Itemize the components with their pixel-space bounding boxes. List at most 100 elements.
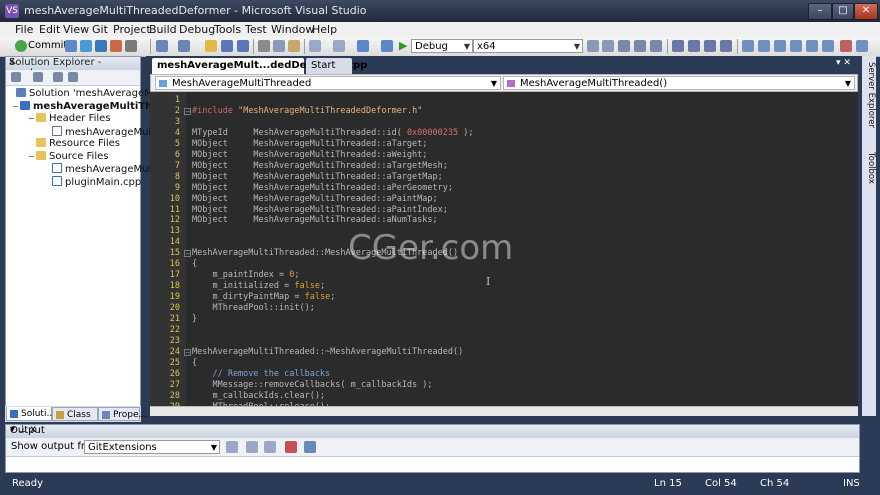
menu-git[interactable]: Git bbox=[92, 23, 108, 36]
tree-item[interactable]: − Source Files bbox=[28, 150, 108, 163]
menu-window[interactable]: Window bbox=[271, 23, 314, 36]
close-button[interactable]: ✕ bbox=[854, 3, 878, 20]
find-message-icon[interactable] bbox=[226, 441, 238, 453]
object-browser-icon[interactable] bbox=[634, 40, 646, 52]
add-item-icon[interactable] bbox=[178, 40, 190, 52]
tab-class-view[interactable]: Class ... bbox=[52, 407, 98, 434]
tools-icon[interactable] bbox=[125, 40, 137, 52]
code-line: MObject MeshAverageMultiThreaded::aTarge… bbox=[192, 171, 443, 182]
solution-configuration-select[interactable]: Debug ▼ bbox=[411, 39, 473, 53]
server-explorer-tab[interactable]: Server Explorer bbox=[862, 62, 876, 128]
solution-explorer-icon[interactable] bbox=[602, 40, 614, 52]
new-project-icon[interactable] bbox=[156, 40, 168, 52]
output-source-value: GitExtensions bbox=[88, 442, 157, 453]
code-line: m_paintIndex = 0; bbox=[192, 270, 300, 281]
class-selector[interactable]: MeshAverageMultiThreaded ▼ bbox=[155, 76, 501, 90]
bookmark-window-icon[interactable] bbox=[822, 40, 834, 52]
prev-message-icon[interactable] bbox=[246, 441, 258, 453]
menu-help[interactable]: Help bbox=[312, 23, 337, 36]
expander-icon[interactable]: − bbox=[28, 151, 36, 163]
toolbar-separator bbox=[304, 39, 305, 54]
tab-controls[interactable]: ▾ ✕ bbox=[836, 58, 862, 72]
expander-icon[interactable]: − bbox=[12, 101, 20, 113]
git-settings-icon[interactable] bbox=[110, 40, 122, 52]
save-all-icon[interactable] bbox=[237, 40, 249, 52]
copy-icon[interactable] bbox=[273, 40, 285, 52]
collapse-icon[interactable]: − bbox=[184, 107, 191, 115]
expander-icon[interactable]: − bbox=[28, 113, 36, 125]
menu-debug[interactable]: Debug bbox=[179, 23, 215, 36]
start-debugging-icon[interactable]: ▶ bbox=[399, 39, 407, 52]
tab-cpp-file[interactable]: meshAverageMult...dedDeformer.cpp bbox=[152, 58, 367, 74]
save-icon[interactable] bbox=[221, 40, 233, 52]
properties-icon[interactable] bbox=[11, 72, 21, 82]
comment-icon[interactable] bbox=[704, 40, 716, 52]
indent-icon[interactable] bbox=[672, 40, 684, 52]
properties-icon[interactable] bbox=[618, 40, 630, 52]
menu-edit[interactable]: Edit bbox=[39, 23, 60, 36]
menu-build[interactable]: Build bbox=[149, 23, 177, 36]
platform-value: x64 bbox=[477, 41, 496, 52]
chevron-down-icon: ▼ bbox=[463, 42, 470, 51]
left-panel-tabs: Soluti... Class ... Prope... bbox=[5, 406, 147, 434]
fetch-icon[interactable] bbox=[95, 40, 107, 52]
commit-button[interactable]: Commit bbox=[28, 40, 67, 51]
uncomment-icon[interactable] bbox=[720, 40, 732, 52]
toolbar-options-icon[interactable] bbox=[856, 40, 868, 52]
menu-file[interactable]: File bbox=[15, 23, 33, 36]
horizontal-scrollbar[interactable] bbox=[150, 406, 858, 416]
next-bookmark-icon[interactable] bbox=[774, 40, 786, 52]
tree-item[interactable]: Resource Files bbox=[28, 138, 120, 150]
clear-bookmarks-icon[interactable] bbox=[790, 40, 802, 52]
output-source-select[interactable]: GitExtensions ▼ bbox=[84, 440, 220, 454]
find-icon[interactable] bbox=[587, 40, 599, 52]
collapse-icon[interactable]: − bbox=[184, 348, 191, 356]
outdent-icon[interactable] bbox=[688, 40, 700, 52]
status-insert-mode: INS bbox=[843, 478, 860, 489]
commit-icon[interactable] bbox=[15, 40, 27, 52]
redo-icon[interactable] bbox=[333, 40, 345, 52]
bookmark-icon[interactable] bbox=[742, 40, 754, 52]
menu-tools[interactable]: Tools bbox=[214, 23, 241, 36]
tab-property-manager[interactable]: Prope... bbox=[98, 407, 147, 421]
code-line: MThreadPool::init(); bbox=[192, 303, 315, 314]
toolbox-tab[interactable]: Toolbox bbox=[862, 152, 876, 184]
menu-project[interactable]: Project bbox=[113, 23, 151, 36]
bookmark-folder-icon[interactable] bbox=[806, 40, 818, 52]
next-message-icon[interactable] bbox=[264, 441, 276, 453]
stop-icon[interactable] bbox=[840, 40, 852, 52]
output-panel-controls[interactable]: ▾ ⊥ x bbox=[10, 424, 855, 435]
solution-platform-select[interactable]: x64 ▼ bbox=[473, 39, 583, 53]
visual-studio-icon: VS bbox=[5, 4, 19, 18]
cut-icon[interactable] bbox=[258, 40, 270, 52]
menu-view[interactable]: View bbox=[63, 23, 89, 36]
paste-icon[interactable] bbox=[288, 40, 300, 52]
close-icon[interactable]: x bbox=[9, 56, 137, 67]
collapse-icon[interactable]: − bbox=[184, 250, 191, 258]
code-line: m_initialized = false; bbox=[192, 281, 326, 292]
line-number: 25 bbox=[169, 357, 180, 368]
show-all-files-icon[interactable] bbox=[33, 72, 43, 82]
word-wrap-icon[interactable] bbox=[304, 441, 316, 453]
toolbox-icon[interactable] bbox=[650, 40, 662, 52]
clear-all-icon[interactable] bbox=[285, 441, 297, 453]
navigate-back-icon[interactable] bbox=[357, 40, 369, 52]
undo-icon[interactable] bbox=[309, 40, 321, 52]
open-file-icon[interactable] bbox=[205, 40, 217, 52]
navigate-forward-icon[interactable] bbox=[381, 40, 393, 52]
refresh-icon[interactable] bbox=[53, 72, 63, 82]
member-selector[interactable]: MeshAverageMultiThreaded() ▼ bbox=[503, 76, 855, 90]
tree-item-label: Header Files bbox=[49, 113, 111, 124]
minimize-button[interactable]: – bbox=[808, 3, 832, 20]
prev-bookmark-icon[interactable] bbox=[758, 40, 770, 52]
menu-test[interactable]: Test bbox=[245, 23, 267, 36]
status-ready: Ready bbox=[12, 478, 44, 489]
view-code-icon[interactable] bbox=[68, 72, 78, 82]
push-icon[interactable] bbox=[80, 40, 92, 52]
tab-solution-explorer[interactable]: Soluti... bbox=[6, 407, 55, 421]
pull-icon[interactable] bbox=[65, 40, 77, 52]
tree-item[interactable]: − Header Files bbox=[28, 113, 111, 125]
maximize-button[interactable]: □ bbox=[832, 3, 854, 20]
tree-item[interactable]: pluginMain.cpp bbox=[44, 175, 141, 188]
tab-start-page[interactable]: Start Page bbox=[306, 58, 352, 87]
